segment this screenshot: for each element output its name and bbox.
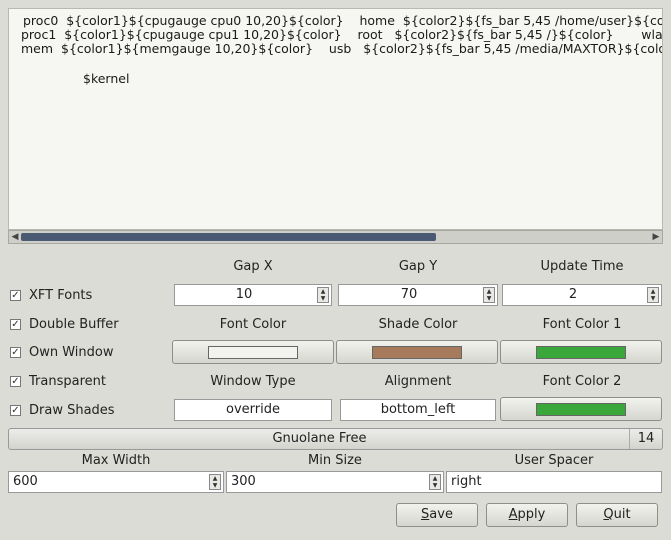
font-size: 14 (629, 429, 662, 449)
spin-arrows-icon[interactable]: ▲ ▼ (209, 474, 221, 490)
editor-line: proc1 ${color1}${cpugauge cpu1 10,20}${c… (21, 27, 663, 42)
max-width-spinbox[interactable]: 600 ▲ ▼ (8, 471, 224, 493)
max-width-value[interactable]: 600 (9, 472, 205, 492)
shade-color-button[interactable] (336, 340, 498, 364)
gap-x-label: Gap X (233, 259, 273, 274)
gap-y-label: Gap Y (398, 259, 438, 274)
editor-line: $kernel (83, 71, 130, 86)
scroll-left-icon[interactable]: ◀ (9, 231, 21, 243)
font-color-1-swatch (536, 346, 626, 359)
checkbox-check-icon[interactable]: ✓ (10, 290, 21, 301)
font-color-label: Font Color (219, 317, 287, 332)
own-window-label: Own Window (29, 345, 114, 360)
apply-mnemonic: A (508, 507, 518, 522)
editor-line: proc0 ${color1}${cpugauge cpu0 10,20}${c… (23, 13, 663, 28)
font-color-1-button[interactable] (500, 340, 662, 364)
spin-arrows-icon[interactable]: ▲ ▼ (647, 287, 659, 303)
checkbox-check-icon[interactable]: ✓ (10, 405, 21, 416)
scroll-right-icon[interactable]: ▶ (650, 231, 662, 243)
min-size-label: Min Size (308, 453, 362, 468)
quit-label: uit (613, 507, 631, 522)
checkbox-check-icon[interactable]: ✓ (10, 376, 21, 387)
double-buffer-checkbox[interactable]: ✓ Double Buffer (10, 317, 119, 332)
draw-shades-label: Draw Shades (29, 403, 115, 418)
font-name: Gnuolane Free (272, 431, 367, 446)
window-type-field[interactable]: override (174, 399, 332, 421)
own-window-checkbox[interactable]: ✓ Own Window (10, 345, 114, 360)
font-color-button[interactable] (172, 340, 334, 364)
alignment-label: Alignment (384, 374, 452, 389)
min-size-spinbox[interactable]: 300 ▲ ▼ (226, 471, 444, 493)
editor-line: mem ${color1}${memgauge 10,20}${color} u… (21, 41, 663, 56)
font-color-2-button[interactable] (500, 397, 662, 421)
quit-button[interactable]: Quit (576, 503, 658, 527)
gap-y-value[interactable]: 70 (339, 285, 479, 305)
font-color-1-label: Font Color 1 (542, 317, 622, 332)
save-button[interactable]: Save (396, 503, 478, 527)
shade-color-swatch (372, 346, 462, 359)
window-type-label: Window Type (210, 374, 296, 389)
update-time-spinbox[interactable]: 2 ▲ ▼ (502, 284, 662, 306)
update-time-label: Update Time (540, 259, 624, 274)
user-spacer-field[interactable]: right (446, 471, 662, 493)
transparent-checkbox[interactable]: ✓ Transparent (10, 374, 106, 389)
update-time-value[interactable]: 2 (503, 285, 643, 305)
checkbox-check-icon[interactable]: ✓ (10, 347, 21, 358)
scrollbar-thumb[interactable] (21, 233, 436, 241)
font-color-2-swatch (536, 403, 626, 416)
quit-mnemonic: Q (603, 507, 614, 522)
spin-arrows-icon[interactable]: ▲ ▼ (429, 474, 441, 490)
shade-color-label: Shade Color (378, 317, 458, 332)
apply-button[interactable]: Apply (486, 503, 568, 527)
min-size-value[interactable]: 300 (227, 472, 425, 492)
apply-label: pply (517, 507, 546, 522)
user-spacer-label: User Spacer (514, 453, 594, 468)
gap-y-spinbox[interactable]: 70 ▲ ▼ (338, 284, 498, 306)
font-color-2-label: Font Color 2 (542, 374, 622, 389)
font-color-swatch (208, 346, 298, 359)
xft-fonts-label: XFT Fonts (29, 288, 93, 303)
xft-fonts-checkbox[interactable]: ✓ XFT Fonts (10, 288, 92, 303)
draw-shades-checkbox[interactable]: ✓ Draw Shades (10, 403, 115, 418)
gap-x-spinbox[interactable]: 10 ▲ ▼ (174, 284, 332, 306)
checkbox-check-icon[interactable]: ✓ (10, 319, 21, 330)
transparent-label: Transparent (29, 374, 106, 389)
gap-x-value[interactable]: 10 (175, 285, 313, 305)
font-selector-button[interactable]: Gnuolane Free 14 (8, 428, 663, 450)
spin-arrows-icon[interactable]: ▲ ▼ (317, 287, 329, 303)
spin-arrows-icon[interactable]: ▲ ▼ (483, 287, 495, 303)
alignment-field[interactable]: bottom_left (340, 399, 496, 421)
max-width-label: Max Width (81, 453, 151, 468)
config-text-editor[interactable]: proc0 ${color1}${cpugauge cpu0 10,20}${c… (8, 8, 663, 230)
horizontal-scrollbar[interactable]: ◀ ▶ (8, 230, 663, 244)
double-buffer-label: Double Buffer (29, 317, 119, 332)
save-label: ave (429, 507, 453, 522)
